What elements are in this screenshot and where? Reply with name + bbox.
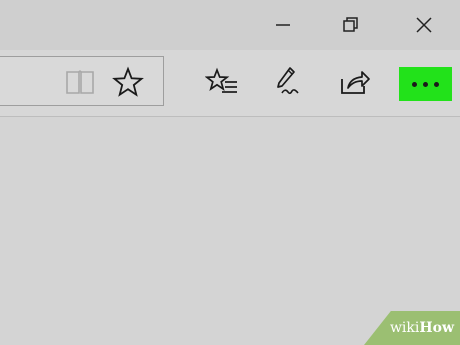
- minimize-icon: [274, 16, 292, 34]
- ellipsis-dot: [434, 81, 439, 87]
- minimize-button[interactable]: [266, 10, 300, 40]
- web-note-button[interactable]: [268, 64, 308, 104]
- watermark-prefix: wiki: [389, 320, 420, 336]
- pen-icon: [271, 65, 305, 104]
- ellipsis-icon: [412, 81, 417, 87]
- more-button[interactable]: [399, 67, 452, 101]
- restore-icon: [342, 16, 360, 34]
- add-favorite-button[interactable]: [108, 64, 148, 104]
- share-icon: [338, 66, 372, 103]
- close-icon: [415, 16, 433, 34]
- page-content: [0, 117, 460, 345]
- share-button[interactable]: [335, 64, 375, 104]
- ellipsis-dot: [423, 81, 428, 87]
- title-bar: [0, 0, 460, 50]
- star-list-icon: [204, 67, 239, 102]
- watermark-suffix: How: [419, 320, 454, 336]
- reading-view-button[interactable]: [60, 64, 100, 104]
- book-icon: [64, 68, 96, 101]
- star-icon: [112, 66, 144, 103]
- favorites-hub-button[interactable]: [202, 64, 242, 104]
- close-button[interactable]: [407, 10, 441, 40]
- restore-button[interactable]: [334, 10, 368, 40]
